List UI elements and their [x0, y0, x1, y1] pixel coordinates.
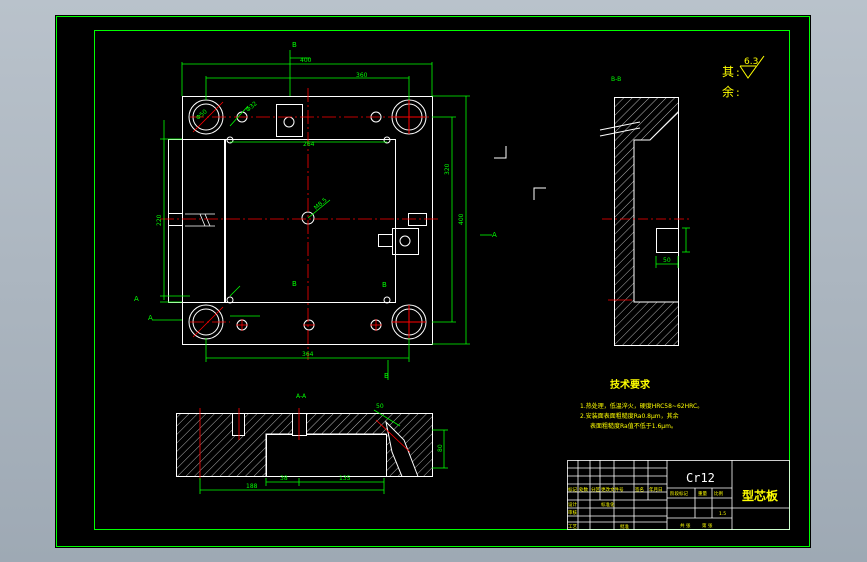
svg-text:1.5: 1.5: [719, 511, 726, 517]
dim-bottom-len-2: 38: [280, 475, 288, 482]
svg-text:重量: 重量: [698, 490, 707, 497]
section-marker-b-bottom: B: [384, 372, 389, 380]
dim-pocket-depth: 50: [663, 257, 671, 264]
drawing-sheet: 400 360 364 264 320 400 220 Φ50 Φ32 M8.5…: [55, 15, 811, 548]
svg-text:标准化: 标准化: [601, 501, 615, 508]
tech-note-1: 1.热处理，低温淬火，硬度HRC58~62HRC。: [580, 402, 703, 410]
tech-note-3: 表面粗糙度Ra值不低于1.6μm。: [590, 422, 677, 430]
svg-text:工艺: 工艺: [568, 524, 577, 530]
dim-right-side: 80: [437, 444, 444, 452]
guide-hole-bottom-right: [391, 304, 427, 340]
dim-overall-width: 400: [300, 57, 312, 64]
svg-text:更改文件号: 更改文件号: [601, 486, 624, 493]
section-marker-b-top: B: [292, 41, 297, 49]
dim-pocket-width: 264: [303, 141, 315, 148]
section-bb-label: B-B: [611, 76, 621, 83]
svg-text:审核: 审核: [568, 509, 577, 516]
svg-text:余: 余: [722, 84, 734, 99]
section-aa-label: A-A: [296, 393, 307, 400]
svg-text:比例: 比例: [714, 490, 723, 497]
dim-right-inner: 320: [444, 163, 451, 175]
svg-text:签名: 签名: [635, 486, 644, 493]
svg-text:分区: 分区: [591, 486, 600, 493]
cad-viewport[interactable]: 400 360 364 264 320 400 220 Φ50 Φ32 M8.5…: [0, 0, 867, 562]
svg-text:其: 其: [722, 65, 734, 79]
part-name: 型芯板: [742, 488, 779, 503]
section-marker-a-left: A: [134, 295, 139, 303]
section-marker-b-right: B: [382, 281, 387, 289]
svg-text:阶段标记: 阶段标记: [670, 490, 688, 497]
svg-text::: :: [736, 86, 740, 99]
dim-bottom-len-3: 135: [339, 475, 351, 482]
svg-text:标记: 标记: [568, 486, 577, 493]
dim-right-height: 400: [458, 213, 465, 225]
dim-bottom-width: 364: [302, 351, 314, 358]
material-label: Cr12: [686, 471, 715, 485]
svg-text:设计: 设计: [568, 501, 577, 508]
svg-text::: :: [736, 66, 740, 79]
tech-title: 技术要求: [610, 378, 651, 391]
dim-side-2: 50: [376, 403, 384, 410]
section-marker-b-center: B: [292, 280, 297, 288]
svg-text:处数: 处数: [579, 486, 588, 493]
svg-text:批准: 批准: [620, 523, 629, 530]
dim-inner-width: 360: [356, 72, 368, 79]
svg-text:年月日: 年月日: [649, 486, 663, 493]
section-marker-a-right: A: [492, 231, 497, 239]
svg-text:第 张: 第 张: [702, 522, 713, 529]
tech-note-2: 2.安装面表面粗糙度Ra0.8μm，其余: [580, 412, 679, 420]
dim-left-height: 220: [156, 214, 163, 226]
svg-text:共 张: 共 张: [680, 522, 691, 529]
dim-bottom-len-1: 188: [246, 483, 258, 490]
section-marker-a-left2: A: [148, 314, 153, 322]
